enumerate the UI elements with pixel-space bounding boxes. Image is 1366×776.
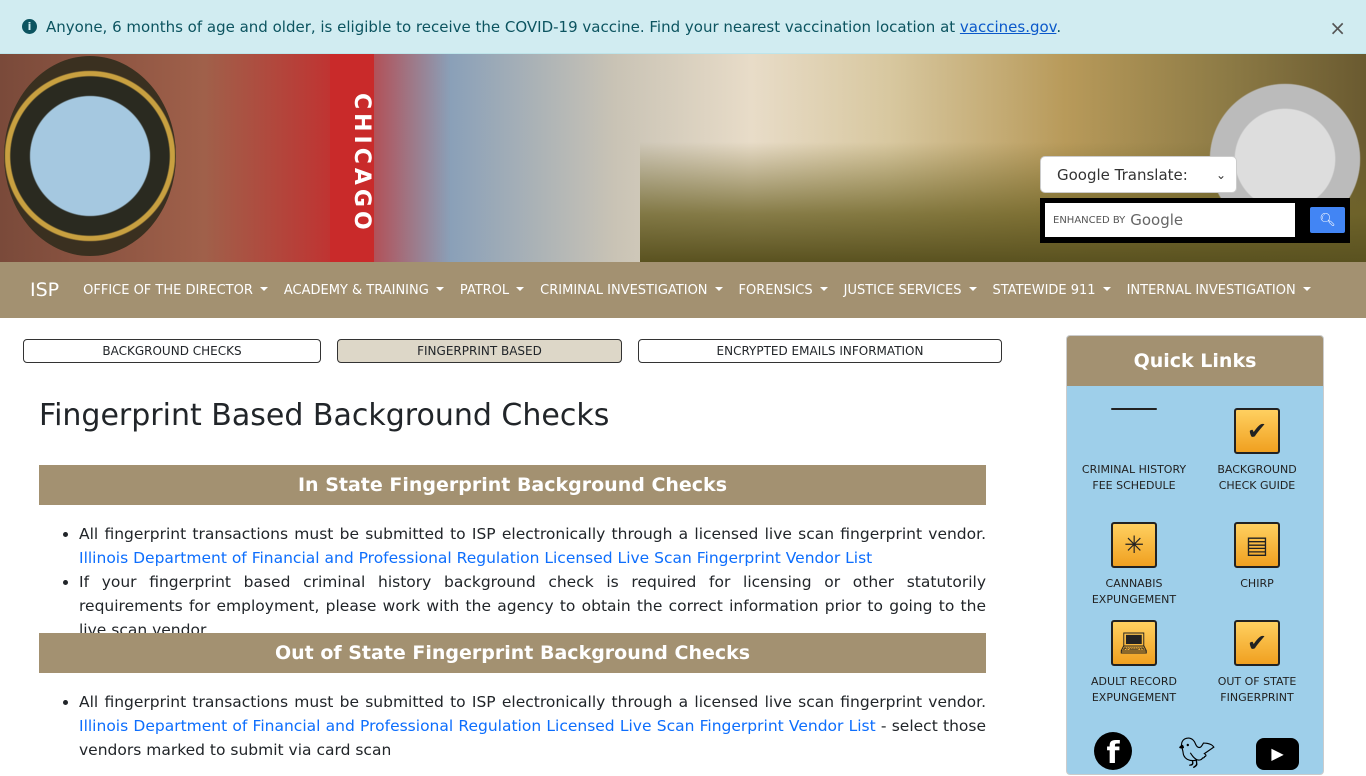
nav-statewide-911[interactable]: STATEWIDE 911 <box>993 283 1111 298</box>
google-translate-select[interactable]: Google Translate: ⌄ <box>1040 156 1237 193</box>
page-title: Fingerprint Based Background Checks <box>39 398 610 433</box>
youtube-icon[interactable]: ▶ <box>1256 738 1299 770</box>
quick-link-fee-schedule[interactable]: CRIMINAL HISTORY FEE SCHEDULE <box>1079 408 1189 494</box>
nav-justice-services[interactable]: JUSTICE SERVICES <box>844 283 977 298</box>
facebook-icon[interactable]: f <box>1094 732 1132 771</box>
isp-seal-logo[interactable] <box>4 56 176 256</box>
twitter-icon[interactable]: 🐦︎ <box>1178 736 1216 771</box>
fingerprint-card-icon: ▤ <box>1234 522 1280 568</box>
nav-office-of-director[interactable]: OFFICE OF THE DIRECTOR <box>83 283 268 298</box>
close-icon[interactable]: × <box>1329 16 1346 40</box>
main-nav: ISP OFFICE OF THE DIRECTOR ACADEMY & TRA… <box>0 262 1366 318</box>
vendor-list-link[interactable]: Illinois Department of Financial and Pro… <box>79 549 872 567</box>
chevron-down-icon: ⌄ <box>1215 167 1226 182</box>
quick-link-chirp[interactable]: ▤ CHIRP <box>1202 522 1312 592</box>
section-heading: In State Fingerprint Background Checks <box>39 465 986 505</box>
list-item: All fingerprint transactions must be sub… <box>79 522 986 570</box>
section-heading: Out of State Fingerprint Background Chec… <box>39 633 986 673</box>
in-state-list: All fingerprint transactions must be sub… <box>79 522 986 642</box>
alert-text: Anyone, 6 months of age and older, is el… <box>46 17 1062 36</box>
chicago-sign: CHICAGO <box>330 54 374 262</box>
nav-internal-investigation[interactable]: INTERNAL INVESTIGATION <box>1127 283 1311 298</box>
quick-links-panel: Quick Links CRIMINAL HISTORY FEE SCHEDUL… <box>1066 335 1324 775</box>
vendor-list-link[interactable]: Illinois Department of Financial and Pro… <box>79 717 876 735</box>
list-item: All fingerprint transactions must be sub… <box>79 690 986 762</box>
tab-encrypted-emails[interactable]: ENCRYPTED EMAILS INFORMATION <box>638 339 1002 363</box>
search-icon: 🔍︎ <box>1319 212 1336 228</box>
list-item: If your fingerprint based criminal histo… <box>79 570 986 642</box>
nav-patrol[interactable]: PATROL <box>460 283 524 298</box>
checkmark-magnifier-icon: ✔ <box>1234 408 1280 454</box>
laptop-icon: 💻︎ <box>1111 620 1157 666</box>
quick-link-adult-expungement[interactable]: 💻︎ ADULT RECORD EXPUNGEMENT <box>1079 620 1189 706</box>
nav-brand[interactable]: ISP <box>30 279 59 301</box>
quick-links-title: Quick Links <box>1067 336 1323 386</box>
covid-alert: i Anyone, 6 months of age and older, is … <box>0 0 1366 54</box>
tab-background-checks[interactable]: BACKGROUND CHECKS <box>23 339 321 363</box>
cannabis-leaf-icon: ✳ <box>1111 522 1157 568</box>
nav-forensics[interactable]: FORENSICS <box>739 283 828 298</box>
quick-link-out-of-state[interactable]: ✔ OUT OF STATE FINGERPRINT <box>1202 620 1312 706</box>
vaccines-link[interactable]: vaccines.gov <box>960 18 1056 36</box>
quick-link-background-guide[interactable]: ✔ BACKGROUND CHECK GUIDE <box>1202 408 1312 494</box>
out-of-state-list: All fingerprint transactions must be sub… <box>79 690 986 762</box>
search-button[interactable]: 🔍︎ <box>1310 207 1345 233</box>
quick-link-cannabis[interactable]: ✳ CANNABIS EXPUNGEMENT <box>1079 522 1189 608</box>
info-icon: i <box>22 19 37 34</box>
nav-academy-training[interactable]: ACADEMY & TRAINING <box>284 283 444 298</box>
nav-criminal-investigation[interactable]: CRIMINAL INVESTIGATION <box>540 283 722 298</box>
checkmark-magnifier-icon: ✔ <box>1234 620 1280 666</box>
site-search: ENHANCED BY Google 🔍︎ <box>1040 198 1350 243</box>
search-input[interactable]: ENHANCED BY Google <box>1045 203 1295 237</box>
tab-fingerprint-based[interactable]: FINGERPRINT BASED <box>337 339 622 363</box>
fee-schedule-icon <box>1111 408 1157 410</box>
